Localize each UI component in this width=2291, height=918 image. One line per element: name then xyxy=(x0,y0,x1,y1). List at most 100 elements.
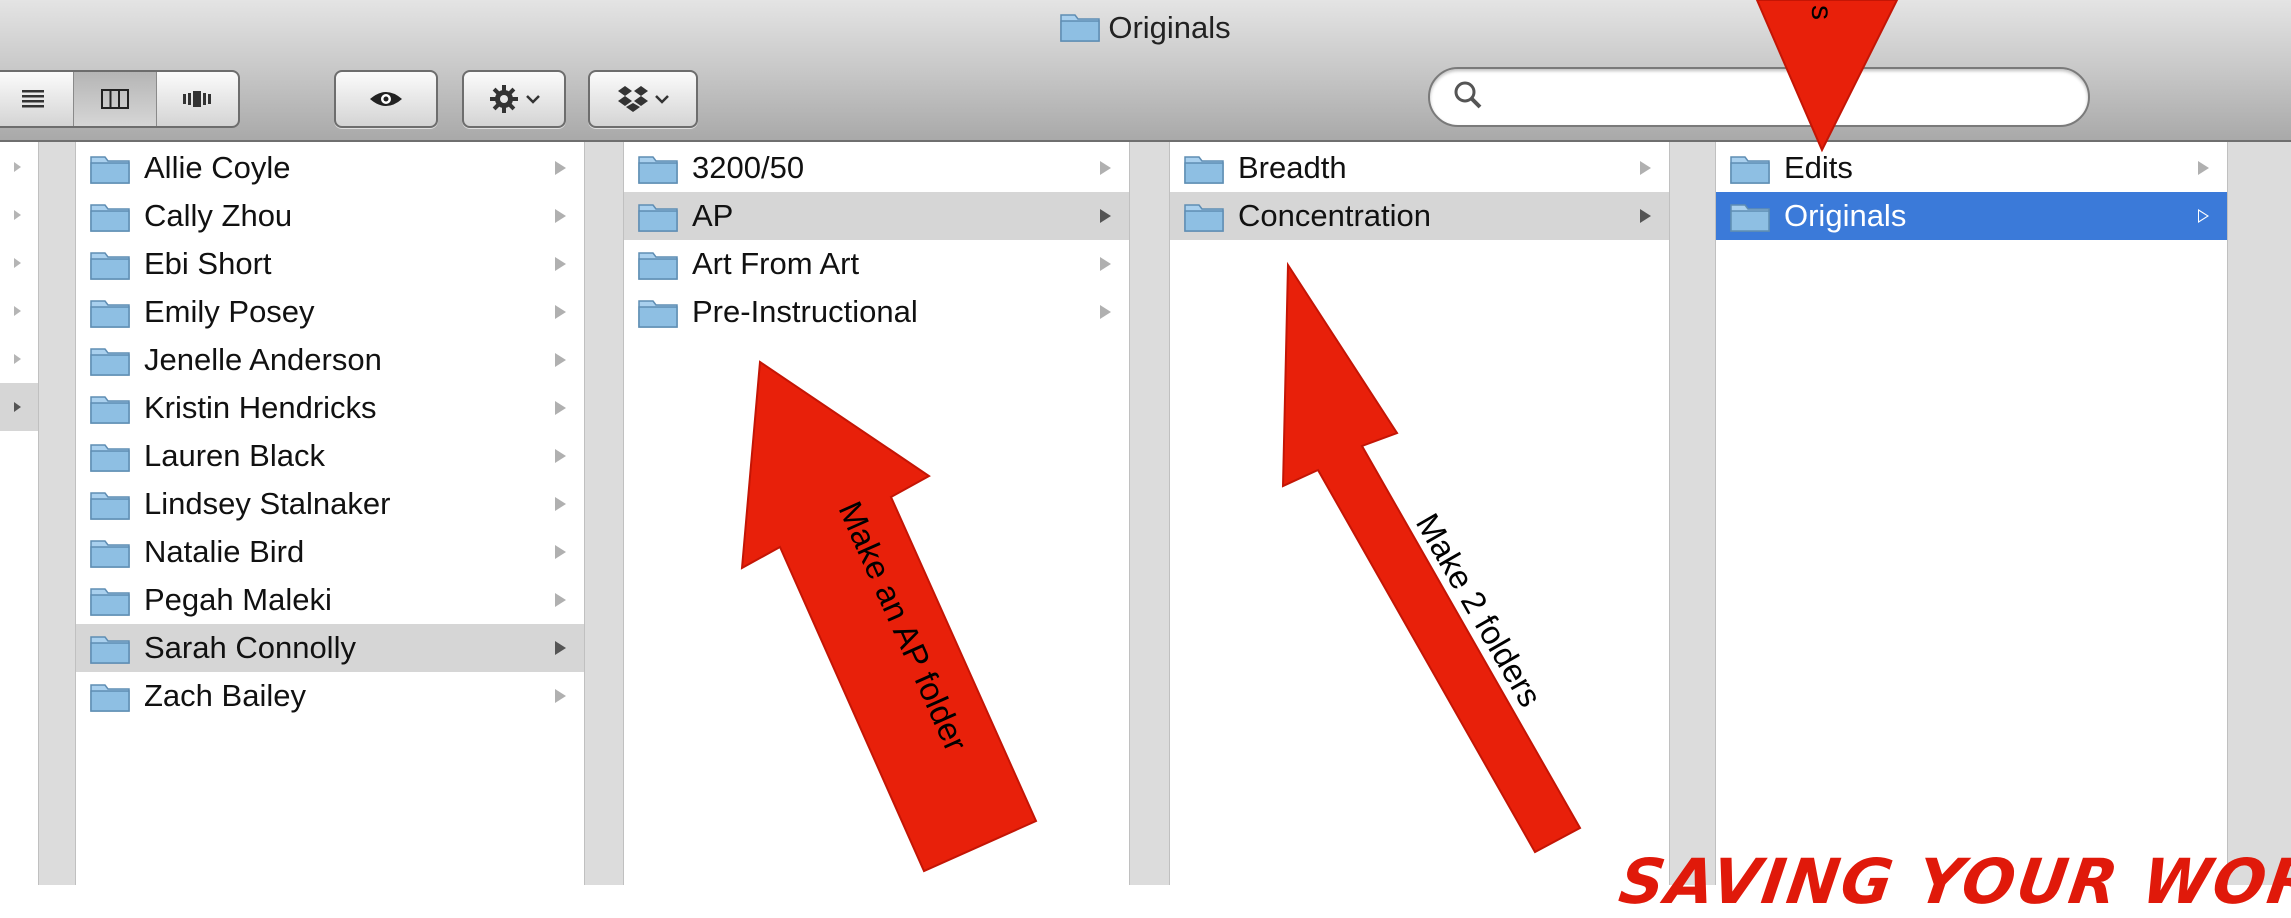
view-mode-segmented-control[interactable] xyxy=(0,70,240,128)
folder-icon xyxy=(90,444,130,472)
folder-row[interactable]: Art From Art xyxy=(624,240,1129,288)
folder-row[interactable]: Zach Bailey xyxy=(76,672,584,720)
disclosure-arrow-icon xyxy=(1100,305,1111,319)
folder-name: Ebi Short xyxy=(144,246,272,281)
folder-icon xyxy=(638,204,678,232)
folder-row[interactable]: Breadth xyxy=(1170,144,1669,192)
quick-look-button[interactable] xyxy=(334,70,438,128)
folder-icon xyxy=(1730,156,1770,184)
folder-icon xyxy=(1184,156,1224,184)
folder-row[interactable]: Emily Posey xyxy=(76,288,584,336)
column-student-folders[interactable]: 3200/50 AP Art From Art Pre-Instructional xyxy=(624,142,1129,885)
window-title-area: Originals xyxy=(0,10,2291,46)
folder-name: AP xyxy=(692,198,734,233)
folder-icon xyxy=(90,348,130,376)
disclosure-arrow-icon xyxy=(555,401,566,415)
folder-row[interactable]: AP xyxy=(624,192,1129,240)
column-view-icon xyxy=(100,89,129,109)
folder-row[interactable]: Jenelle Anderson xyxy=(76,336,584,384)
disclosure-arrow-icon xyxy=(14,162,21,172)
column-divider[interactable] xyxy=(38,142,76,885)
folder-row[interactable]: Edits xyxy=(1716,144,2227,192)
list-view-button[interactable] xyxy=(0,72,75,126)
folder-icon xyxy=(90,636,130,664)
folder-row[interactable]: Pegah Maleki xyxy=(76,576,584,624)
folder-row[interactable]: Kristin Hendricks xyxy=(76,384,584,432)
folder-row[interactable]: Ebi Short xyxy=(76,240,584,288)
disclosure-arrow-icon xyxy=(14,210,21,220)
folder-row[interactable]: Lauren Black xyxy=(76,432,584,480)
folder-name: Pegah Maleki xyxy=(144,582,332,617)
disclosure-arrow-icon xyxy=(14,306,21,316)
folder-icon xyxy=(638,156,678,184)
folder-row[interactable]: Natalie Bird xyxy=(76,528,584,576)
column-ap-folders[interactable]: Breadth Concentration xyxy=(1170,142,1669,885)
folder-name: Jenelle Anderson xyxy=(144,342,382,377)
folder-icon xyxy=(90,396,130,424)
column-divider[interactable] xyxy=(1669,142,1716,885)
folder-row[interactable]: Pre-Instructional xyxy=(624,288,1129,336)
disclosure-arrow-icon xyxy=(555,545,566,559)
disclosure-arrow-icon xyxy=(555,209,566,223)
coverflow-view-button[interactable] xyxy=(157,72,238,126)
folder-name: Sarah Connolly xyxy=(144,630,356,665)
folder-name: Kristin Hendricks xyxy=(144,390,377,425)
folder-name: Originals xyxy=(1784,198,1907,233)
folder-row[interactable]: Concentration xyxy=(1170,192,1669,240)
folder-row[interactable]: Allie Coyle xyxy=(76,144,584,192)
disclosure-arrow-icon xyxy=(555,257,566,271)
folder-row[interactable]: Lindsey Stalnaker xyxy=(76,480,584,528)
eye-icon xyxy=(370,92,402,106)
disclosure-arrow-icon xyxy=(1100,257,1111,271)
column-parent[interactable] xyxy=(0,142,38,885)
folder-row[interactable]: Cally Zhou xyxy=(76,192,584,240)
folder-name: Concentration xyxy=(1238,198,1432,233)
disclosure-arrow-icon xyxy=(555,641,566,655)
folder-icon xyxy=(638,252,678,280)
disclosure-arrow-icon xyxy=(2198,161,2209,175)
disclosure-arrow-icon xyxy=(1640,161,1651,175)
annotation-caption: SAVING YOUR WOR xyxy=(1614,845,2291,918)
window-toolbar: Originals xyxy=(0,0,2291,142)
folder-icon xyxy=(1060,14,1101,42)
search-icon xyxy=(1454,81,1482,109)
folder-name: Lindsey Stalnaker xyxy=(144,486,391,521)
column-students[interactable]: Allie Coyle Cally Zhou Ebi Short Emily Pose… xyxy=(76,142,584,885)
folder-icon xyxy=(90,252,130,280)
disclosure-arrow-icon xyxy=(555,689,566,703)
folder-row[interactable]: 3200/50 xyxy=(624,144,1129,192)
folder-name: Art From Art xyxy=(692,246,860,281)
folder-icon xyxy=(90,540,130,568)
dropbox-menu-button[interactable] xyxy=(588,70,698,128)
column-view-button[interactable] xyxy=(74,72,157,126)
list-view-icon xyxy=(21,90,44,108)
search-input[interactable] xyxy=(1490,77,2054,115)
disclosure-arrow-icon xyxy=(1100,161,1111,175)
folder-icon xyxy=(90,684,130,712)
disclosure-arrow-icon xyxy=(555,497,566,511)
column-divider[interactable] xyxy=(584,142,624,885)
folder-name: Zach Bailey xyxy=(144,678,306,713)
gear-icon xyxy=(490,85,518,113)
disclosure-arrow-icon xyxy=(555,161,566,175)
column-divider[interactable] xyxy=(1129,142,1170,885)
window-title: Originals xyxy=(1108,10,1231,45)
folder-icon xyxy=(1730,204,1770,232)
folder-name: Lauren Black xyxy=(144,438,325,473)
search-field[interactable] xyxy=(1428,67,2090,127)
folder-name: Natalie Bird xyxy=(144,534,305,569)
folder-row[interactable]: Originals xyxy=(1716,192,2227,240)
column-concentration-folders[interactable]: Edits Originals xyxy=(1716,142,2227,885)
folder-name: Edits xyxy=(1784,150,1853,185)
dropbox-icon xyxy=(618,86,648,112)
folder-row[interactable]: Sarah Connolly xyxy=(76,624,584,672)
chevron-down-icon xyxy=(526,95,540,104)
disclosure-arrow-icon xyxy=(14,258,21,268)
action-menu-button[interactable] xyxy=(462,70,566,128)
disclosure-arrow-icon xyxy=(555,449,566,463)
column-divider[interactable] xyxy=(2227,142,2291,885)
folder-icon xyxy=(90,156,130,184)
folder-name: Pre-Instructional xyxy=(692,294,918,329)
coverflow-view-icon xyxy=(183,91,212,107)
folder-icon xyxy=(638,300,678,328)
